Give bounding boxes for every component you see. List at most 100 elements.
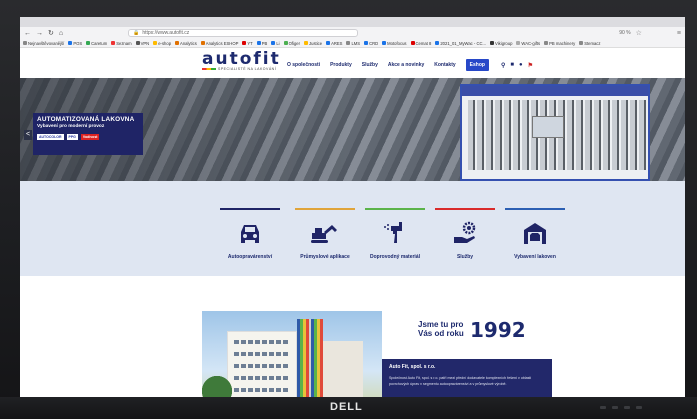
nav-item-produkty[interactable]: Produkty bbox=[330, 62, 352, 68]
facebook-icon[interactable]: ■ bbox=[510, 62, 514, 69]
brand-vodivost: Vodivost bbox=[80, 134, 100, 140]
bookmark-item[interactable]: YT bbox=[242, 41, 253, 46]
hero-subtitle: Vybavení pro moderní provoz bbox=[37, 124, 105, 129]
bookmark-icon bbox=[135, 41, 140, 45]
company-name: Auto Fit, spol. s r.o. bbox=[389, 364, 436, 370]
nav-item-sluzby[interactable]: Služby bbox=[362, 62, 378, 68]
since-block: Jsme tu pro Vás od roku 1992 bbox=[418, 318, 526, 342]
since-line-1: Jsme tu pro bbox=[418, 320, 464, 329]
bookmark-item[interactable]: Vikigroup bbox=[490, 41, 512, 46]
bookmark-item[interactable]: CRD bbox=[364, 41, 378, 46]
bookmark-item[interactable]: VPN bbox=[135, 41, 149, 46]
back-icon[interactable]: ← bbox=[24, 30, 31, 37]
category-section: Autoopravárenství Průmyslové aplikace Do… bbox=[20, 181, 685, 276]
url-bar[interactable]: 🔒 https://www.autofit.cz bbox=[128, 29, 359, 37]
bookmark-icon bbox=[256, 41, 261, 45]
bookmark-icon bbox=[435, 41, 440, 45]
nav-item-kontakty[interactable]: Kontakty bbox=[434, 62, 455, 68]
bookmark-item[interactable]: e-shop bbox=[153, 41, 171, 46]
bookmark-icon bbox=[86, 41, 91, 45]
bookmark-item[interactable]: Li bbox=[271, 41, 280, 46]
site-header: autofit SPECIALISTÉ NA LAKOVÁNÍ O společ… bbox=[20, 48, 685, 78]
spray-gun-icon bbox=[360, 220, 430, 246]
bookmark-icon bbox=[579, 41, 584, 45]
hero-prev-arrow[interactable]: < bbox=[24, 130, 32, 140]
category-prumyslove-aplikace[interactable]: Průmyslové aplikace bbox=[290, 208, 360, 260]
bookmark-item[interactable]: PB bbox=[256, 41, 267, 46]
bookmark-item[interactable]: Caretum bbox=[86, 41, 107, 46]
hero-caption[interactable]: AUTOMATIZOVANÁ LAKOVNA Vybavení pro mode… bbox=[33, 113, 143, 155]
url-text: https://www.autofit.cz bbox=[142, 29, 190, 36]
paint-mixing-machine-image bbox=[460, 84, 650, 181]
forward-icon[interactable]: → bbox=[36, 30, 43, 37]
excavator-icon bbox=[290, 220, 360, 246]
company-info-box: Auto Fit, spol. s r.o. Společnost Auto F… bbox=[382, 359, 552, 397]
home-icon[interactable]: ⌂ bbox=[59, 30, 63, 37]
monitor-button[interactable] bbox=[612, 406, 618, 409]
zoom-level[interactable]: 90 % bbox=[619, 30, 630, 36]
bookmark-icon bbox=[544, 41, 549, 45]
hero-banner: < AUTOMATIZOVANÁ LAKOVNA Vybavení pro mo… bbox=[20, 78, 685, 181]
bookmark-icon bbox=[242, 41, 247, 45]
tab-bar bbox=[20, 17, 685, 27]
bookmark-icon bbox=[23, 41, 27, 45]
bookmark-icon bbox=[382, 41, 387, 45]
bookmark-item[interactable]: Cemat 8 bbox=[410, 41, 431, 46]
brand-ppg: PPG bbox=[66, 134, 78, 140]
category-autoopravarenstvi[interactable]: Autoopravárenství bbox=[215, 208, 285, 260]
monitor-button[interactable] bbox=[636, 406, 642, 409]
bookmark-icon bbox=[111, 41, 116, 45]
autofit-logo[interactable]: autofit SPECIALISTÉ NA LAKOVÁNÍ bbox=[202, 51, 281, 71]
since-line-2: Vás od roku bbox=[418, 329, 464, 338]
service-hand-gear-icon bbox=[430, 220, 500, 246]
bookmark-icon bbox=[153, 41, 158, 45]
bookmark-item[interactable]: Nejnavštěvovanější bbox=[23, 41, 64, 46]
monitor-button[interactable] bbox=[600, 406, 606, 409]
bookmark-icon bbox=[175, 41, 180, 45]
bookmark-icon bbox=[304, 41, 309, 45]
hero-title: AUTOMATIZOVANÁ LAKOVNA bbox=[37, 116, 135, 123]
category-doprovodny-material[interactable]: Doprovodný materiál bbox=[360, 208, 430, 260]
bookmark-star-icon[interactable]: ☆ bbox=[636, 29, 642, 37]
menu-icon[interactable]: ≡ bbox=[677, 30, 681, 37]
bookmark-item[interactable]: ARES bbox=[326, 41, 342, 46]
bookmark-item[interactable]: Motofocus bbox=[382, 41, 407, 46]
eshop-button[interactable]: Eshop bbox=[465, 59, 489, 71]
bookmark-item[interactable]: WAC-gifts bbox=[516, 41, 540, 46]
instagram-icon[interactable]: ● bbox=[519, 62, 523, 69]
bookmark-item[interactable]: POS bbox=[68, 41, 82, 46]
bookmark-item[interactable]: LMS bbox=[346, 41, 360, 46]
nav-item-o-spolecnosti[interactable]: O společnosti bbox=[287, 62, 320, 68]
bookmark-item[interactable]: PB machinery bbox=[544, 41, 575, 46]
dell-logo: DELL bbox=[330, 401, 363, 413]
since-year: 1992 bbox=[470, 318, 526, 342]
bookmark-icon bbox=[283, 41, 288, 45]
main-nav: O společnosti Produkty Služby Akce a nov… bbox=[287, 59, 533, 71]
bookmark-item[interactable]: Justice bbox=[304, 41, 322, 46]
search-icon[interactable]: ⚲ bbox=[501, 62, 505, 69]
company-building-photo bbox=[202, 311, 382, 397]
bookmark-icon bbox=[490, 41, 495, 45]
flag-cz-icon[interactable]: ⚑ bbox=[528, 62, 533, 69]
category-vybaveni-lakoven[interactable]: Vybavení lakoven bbox=[500, 208, 570, 260]
bookmark-item[interactable]: Analytics bbox=[175, 41, 197, 46]
bookmark-item[interactable]: Seznam bbox=[111, 41, 132, 46]
bookmark-icon bbox=[200, 41, 205, 45]
bookmark-item[interactable]: Analytics ESHOP bbox=[200, 41, 238, 46]
reload-icon[interactable]: ↻ bbox=[48, 29, 54, 37]
brand-autocolor: AUTOCOLOR bbox=[37, 134, 64, 140]
monitor-button[interactable] bbox=[624, 406, 630, 409]
category-sluzby[interactable]: Služby bbox=[430, 208, 500, 260]
nav-item-akce[interactable]: Akce a novinky bbox=[388, 62, 424, 68]
bookmark-icon bbox=[410, 41, 415, 45]
hero-brands: AUTOCOLOR PPG Vodivost bbox=[37, 134, 139, 140]
car-icon bbox=[215, 220, 285, 246]
bookmark-icon bbox=[326, 41, 331, 45]
lock-icon: 🔒 bbox=[133, 29, 140, 36]
bookmark-item[interactable]: Ofiger bbox=[283, 41, 300, 46]
bookmark-icon bbox=[271, 41, 276, 45]
about-section: Jsme tu pro Vás od roku 1992 Auto Fit, s… bbox=[20, 276, 685, 397]
bookmark-item[interactable]: 2021_01_MyWac - CC... bbox=[435, 41, 486, 46]
bookmarks-bar: Nejnavštěvovanější POS Caretum Seznam VPN e-s… bbox=[20, 39, 685, 48]
bookmark-item[interactable]: Stemacz bbox=[579, 41, 601, 46]
